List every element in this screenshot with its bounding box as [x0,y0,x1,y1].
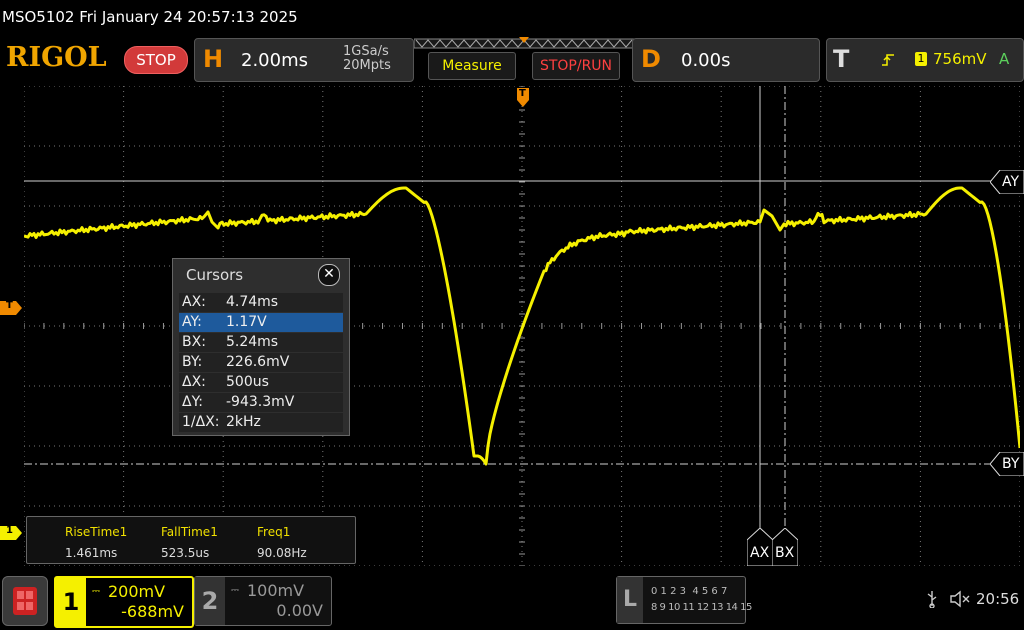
ch2-offset: 0.00V [276,601,323,620]
measurement-label: Freq1 [257,525,291,539]
cursor-readout-value: 226.6mV [226,354,290,370]
cursor-ax-label: AX [750,545,770,561]
logic-panel[interactable]: L 0 1 2 3 4 5 6 7 8 9 10 11 12 13 14 15 [616,576,752,624]
trigger-mode: A [999,50,1010,68]
cursor-bx-label: BX [775,545,795,561]
cursor-ay-tag[interactable]: AY [989,169,1024,195]
cursors-title: Cursors [186,266,244,284]
trigger-position-marker: T [516,88,530,108]
trigger-level-label: T [6,300,13,311]
ch1-scale: 200mV [108,582,166,601]
cursor-readout-value: -943.3mV [226,394,295,410]
logic-letter: L [617,577,643,623]
cursor-readout-key: BX: [182,334,206,350]
ch1-offset-label: 1 [6,525,13,536]
delay-value: 0.00s [681,50,731,71]
measurement-value: 90.08Hz [257,546,307,560]
cursor-readout-row[interactable]: ΔY: -943.3mV [179,393,343,413]
cursor-readout-value: 1.17V [226,314,267,330]
delay-letter: D [641,45,661,73]
cursor-readout-row[interactable]: ΔX: 500us [179,373,343,393]
cursor-readout-key: ΔX: [182,374,206,390]
cursor-readout-row[interactable]: AX: 4.74ms [179,293,343,313]
usb-icon [926,590,938,612]
ch2-number: 2 [195,577,225,625]
cursor-readout-key: AY: [182,314,202,330]
title-bar: MSO5102 Fri January 24 20:57:13 2025 [2,8,298,26]
cursor-readout-key: ΔY: [182,394,203,410]
cursor-readout-row[interactable]: AY: 1.17V [179,313,343,333]
cursor-readout-key: BY: [182,354,203,370]
cursor-readout-key: AX: [182,294,206,310]
measurement-bar[interactable]: RiseTime1 1.461ms FallTime1 523.5us Freq1 90.… [26,516,356,564]
cursor-bx-tag[interactable]: BX [771,527,799,567]
cursor-by-label: BY [1002,456,1020,472]
ch1-offset: -688mV [121,602,184,621]
cursor-readout-value: 500us [226,374,269,390]
cursor-ay-label: AY [1002,174,1020,190]
cursor-readout-value: 5.24ms [226,334,279,350]
cursor-ax-tag[interactable]: AX [746,527,774,567]
memory-depth: 20Mpts [343,58,391,73]
logic-channels-low: 0 1 2 3 4 5 6 7 [651,586,728,597]
horizontal-panel[interactable]: H 2.00ms 1GSa/s 20Mpts [194,38,414,82]
rigol-logo: RIGOL [6,42,107,73]
ch1-number: 1 [56,578,86,626]
logic-channels-high: 8 9 10 11 12 13 14 15 [651,602,752,613]
cursor-readout-key: 1/ΔX: [182,414,220,430]
ch2-scale: 100mV [247,581,305,600]
cursor-readout-list: AX: 4.74ms AY: 1.17V BX: 5.24ms BY: 226.6mV ΔX: 5… [179,293,343,433]
trigger-letter: T [833,45,850,73]
ch2-panel[interactable]: 2 ⎓ 100mV 0.00V [194,576,332,626]
close-icon[interactable]: ✕ [318,264,340,286]
trigger-panel[interactable]: T 1 756mV A [826,38,1024,82]
trigger-level: 756mV [933,50,987,68]
sound-muted-icon[interactable] [950,590,972,612]
cursor-readout-row[interactable]: BY: 226.6mV [179,353,343,373]
ch1-offset-marker[interactable]: 1 [0,525,22,540]
cursor-readout-row[interactable]: BX: 5.24ms [179,333,343,353]
measure-button[interactable]: Measure [428,52,516,80]
trigger-level-marker[interactable]: T [0,300,22,315]
menu-grid-icon [13,587,37,615]
trigger-position-strip [414,37,634,49]
system-clock: 20:56 [976,590,1020,608]
dc-coupling-icon: ⎓ [92,586,100,597]
cursor-readout-row[interactable]: 1/ΔX: 2kHz [179,413,343,433]
cursor-readout-value: 4.74ms [226,294,279,310]
cursor-readout-value: 2kHz [226,414,261,430]
rising-edge-icon [881,52,895,71]
cursor-by-tag[interactable]: BY [989,451,1024,477]
sample-rate: 1GSa/s [343,44,389,59]
cursors-panel[interactable]: Cursors ✕ AX: 4.74ms AY: 1.17V BX: 5.24ms BY: 2… [172,258,350,436]
stop-run-button[interactable]: STOP/RUN [532,52,620,80]
measurement-value: 523.5us [161,546,210,560]
measurement-label: RiseTime1 [65,525,128,539]
measurement-value: 1.461ms [65,546,118,560]
dc-coupling-icon: ⎓ [231,585,239,596]
measurement-label: FallTime1 [161,525,218,539]
trigger-source-badge: 1 [915,52,927,66]
trigger-position-label: T [519,88,526,99]
menu-button[interactable] [2,576,48,626]
horizontal-letter: H [203,45,224,73]
timebase-value: 2.00ms [241,50,308,71]
ch1-panel[interactable]: 1 ⎓ 200mV -688mV [54,576,194,628]
run-state-badge[interactable]: STOP [124,46,188,74]
delay-panel[interactable]: D 0.00s [632,38,820,82]
